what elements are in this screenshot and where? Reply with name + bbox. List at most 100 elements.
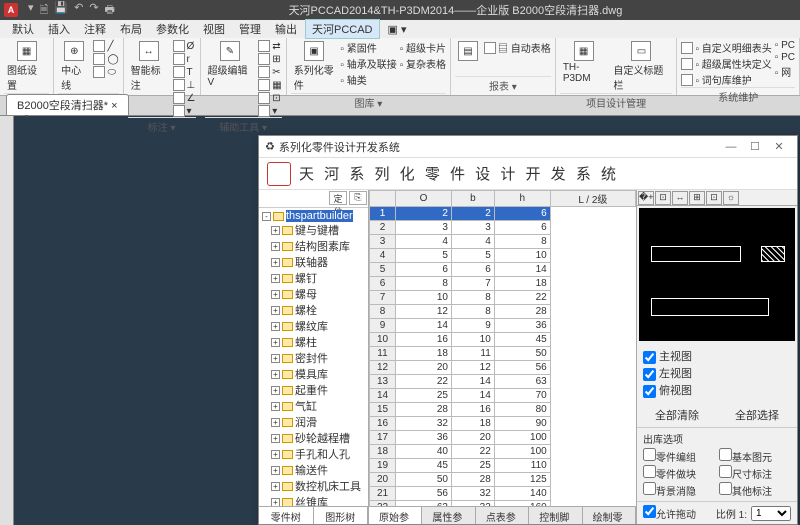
grid-tab[interactable]: 属性参数 xyxy=(422,507,475,524)
out-opt[interactable]: 零件做块 xyxy=(643,465,715,481)
tree-node[interactable]: +丝锥库 xyxy=(261,494,366,506)
menu-7[interactable]: 输出 xyxy=(269,20,303,38)
dialog-titlebar: ♻ 系列化零件设计开发系统 — ☐ ✕ xyxy=(259,136,797,158)
qat-open-icon[interactable]: 🗎 xyxy=(40,1,49,20)
preview-pane: �+⊡↔⊞⊡☼ 主视图左视图俯视图 全部清除 全部选择 出库选项 零件编组基本图… xyxy=(637,190,797,524)
tree-node[interactable]: +润滑 xyxy=(261,414,366,430)
ribbon-btn[interactable]: ⊕中心线 xyxy=(58,40,90,93)
tree-node[interactable]: +砂轮越程槽 xyxy=(261,430,366,446)
clear-all-button[interactable]: 全部清除 xyxy=(655,407,699,423)
preview-canvas[interactable] xyxy=(639,208,795,341)
select-all-button[interactable]: 全部选择 xyxy=(735,407,779,423)
view-check[interactable]: 俯视图 xyxy=(643,382,791,398)
qat-save-icon[interactable]: 💾 xyxy=(54,1,68,20)
close-icon[interactable]: × xyxy=(111,100,117,112)
qat-undo-icon[interactable]: ↶ xyxy=(74,1,83,20)
qat-redo-icon[interactable]: ↷ xyxy=(89,1,98,20)
menu-0[interactable]: 默认 xyxy=(6,20,40,38)
grid-tab[interactable]: 点表参数 xyxy=(476,507,529,524)
menu-8[interactable]: 天河PCCAD xyxy=(305,19,380,39)
pv-tool[interactable]: �+ xyxy=(638,191,654,205)
vertical-ruler xyxy=(0,116,14,525)
grid-pane: ObhL / 2级1226233634484551056614687187108… xyxy=(369,190,637,524)
pv-tool[interactable]: ⊞ xyxy=(689,191,705,205)
grid-tab[interactable]: 绘制零件 xyxy=(583,507,636,524)
tree-node[interactable]: +联轴器 xyxy=(261,254,366,270)
ribbon-btn[interactable]: ▭自定义标题栏 xyxy=(610,40,672,93)
grid-tab[interactable]: 控制脚本 xyxy=(529,507,582,524)
dialog-header: 天 河 系 列 化 零 件 设 计 开 发 系 统 xyxy=(259,158,797,190)
tab-shape-tree[interactable]: 图形树 xyxy=(314,507,369,524)
parts-tree[interactable]: -thspartbuilder+键与键槽+结构图素库+联轴器+螺钉+螺母+螺栓+… xyxy=(259,208,368,506)
grid-tabs: 原始参数属性参数点表参数控制脚本绘制零件 xyxy=(369,506,636,524)
output-options: 出库选项 零件编组基本图元零件做块尺寸标注背景消隐其他标注 xyxy=(637,427,797,501)
out-opt[interactable]: 尺寸标注 xyxy=(719,465,791,481)
tree-node[interactable]: +螺母 xyxy=(261,286,366,302)
view-checks: 主视图左视图俯视图 xyxy=(637,343,797,403)
grid-tab[interactable]: 原始参数 xyxy=(369,507,422,524)
pv-tool[interactable]: ☼ xyxy=(723,191,739,205)
pv-tool[interactable]: ⊡ xyxy=(706,191,722,205)
menu-2[interactable]: 注释 xyxy=(78,20,112,38)
ribbon-btn[interactable]: ▤ xyxy=(455,40,481,63)
dialog-icon: ♻ xyxy=(265,140,275,153)
scale-select[interactable]: 1 xyxy=(751,506,791,521)
tree-tabs: 零件树 图形树 xyxy=(259,506,368,524)
close-button[interactable]: ✕ xyxy=(767,140,791,153)
menubar: 默认插入注释布局参数化视图管理输出天河PCCAD▣ ▾ xyxy=(0,20,800,38)
pv-tool[interactable]: ↔ xyxy=(672,191,688,205)
param-grid[interactable]: ObhL / 2级1226233634484551056614687187108… xyxy=(369,190,636,506)
titlebar: A ▾ 🗎 💾 ↶ ↷ 🖶 天河PCCAD2014&TH-P3DM2014——企… xyxy=(0,0,800,20)
ribbon-btn[interactable]: ▣系列化零件 xyxy=(291,40,338,93)
tree-node[interactable]: +键与键槽 xyxy=(261,222,366,238)
ribbon: ▦图纸设置图纸设置 ▾⊕中心线╱◯⬭绘图 ▾↔智能标注ØrT⊥∠▾标注 ▾✎超级… xyxy=(0,38,800,96)
tree-node[interactable]: +螺钉 xyxy=(261,270,366,286)
view-check[interactable]: 主视图 xyxy=(643,348,791,364)
qat-new-icon[interactable]: ▾ xyxy=(28,1,34,20)
locate-button[interactable]: 定位 xyxy=(329,191,347,205)
tree-node[interactable]: +起重件 xyxy=(261,382,366,398)
tab-parts-tree[interactable]: 零件树 xyxy=(259,507,314,524)
dialog-title: 系列化零件设计开发系统 xyxy=(279,139,400,155)
tree-node[interactable]: +模具库 xyxy=(261,366,366,382)
tree-node[interactable]: +结构图素库 xyxy=(261,238,366,254)
ribbon-btn[interactable]: ✎超级编辑 V xyxy=(205,40,256,89)
ribbon-btn[interactable]: ↔智能标注 xyxy=(128,40,170,93)
tree-node[interactable]: +数控机床工具 xyxy=(261,478,366,494)
tree-node[interactable]: +螺纹库 xyxy=(261,318,366,334)
menu-6[interactable]: 管理 xyxy=(233,20,267,38)
out-opt[interactable]: 零件编组 xyxy=(643,448,715,464)
out-opt[interactable]: 基本图元 xyxy=(719,448,791,464)
tree-pane: 定位 ⎘ -thspartbuilder+键与键槽+结构图素库+联轴器+螺钉+螺… xyxy=(259,190,369,524)
out-opt[interactable]: 其他标注 xyxy=(719,482,791,498)
allow-drag-check[interactable]: 允许拖动 xyxy=(643,505,696,521)
view-check[interactable]: 左视图 xyxy=(643,365,791,381)
file-tab[interactable]: B2000空段清扫器* × xyxy=(6,94,129,115)
maximize-button[interactable]: ☐ xyxy=(743,140,767,153)
menu-3[interactable]: 布局 xyxy=(114,20,148,38)
ribbon-btn[interactable]: ▦TH-P3DM xyxy=(560,40,608,85)
app-logo: A xyxy=(4,3,18,17)
menu-4[interactable]: 参数化 xyxy=(150,20,195,38)
menu-5[interactable]: 视图 xyxy=(197,20,231,38)
tree-node[interactable]: +密封件 xyxy=(261,350,366,366)
header-logo xyxy=(267,162,291,186)
tree-node[interactable]: +螺柱 xyxy=(261,334,366,350)
parts-dialog: ♻ 系列化零件设计开发系统 — ☐ ✕ 天 河 系 列 化 零 件 设 计 开 … xyxy=(258,135,798,525)
menu-overflow[interactable]: ▣ ▾ xyxy=(382,22,413,37)
ribbon-btn[interactable]: ▦图纸设置 xyxy=(4,40,49,93)
menu-1[interactable]: 插入 xyxy=(42,20,76,38)
quick-access-toolbar: ▾ 🗎 💾 ↶ ↷ 🖶 xyxy=(28,1,115,20)
tree-tool-button[interactable]: ⎘ xyxy=(349,191,367,205)
tree-node[interactable]: +气缸 xyxy=(261,398,366,414)
preview-toolbar: �+⊡↔⊞⊡☼ xyxy=(637,190,797,206)
out-opt[interactable]: 背景消隐 xyxy=(643,482,715,498)
window-title: 天河PCCAD2014&TH-P3DM2014——企业版 B2000空段清扫器.… xyxy=(115,2,796,18)
minimize-button[interactable]: — xyxy=(719,141,743,153)
tree-toolbar: 定位 ⎘ xyxy=(259,190,368,208)
tree-node[interactable]: +螺栓 xyxy=(261,302,366,318)
pv-tool[interactable]: ⊡ xyxy=(655,191,671,205)
tree-node[interactable]: +输送件 xyxy=(261,462,366,478)
tree-node[interactable]: +手孔和人孔 xyxy=(261,446,366,462)
qat-print-icon[interactable]: 🖶 xyxy=(105,1,115,20)
